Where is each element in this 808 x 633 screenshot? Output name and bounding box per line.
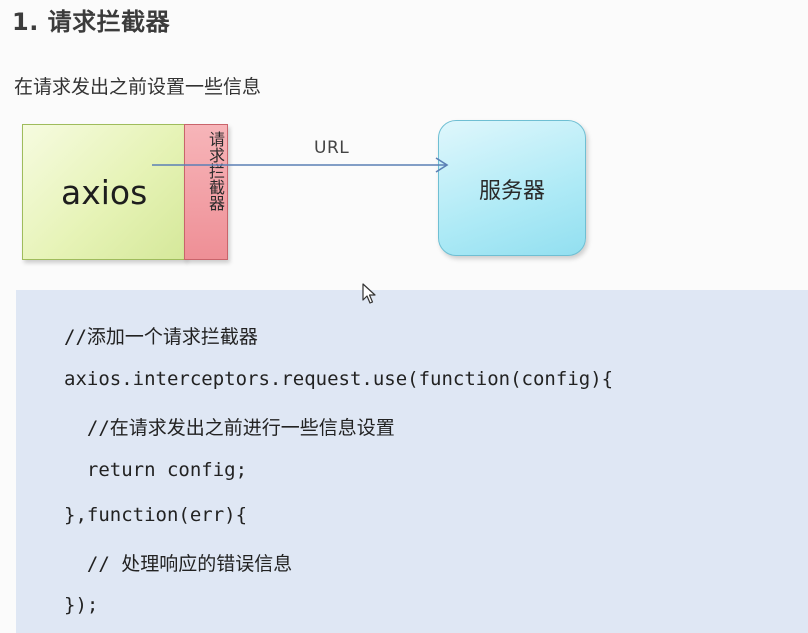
code-block: //添加一个请求拦截器 axios.interceptors.request.u… — [16, 290, 808, 633]
url-label: URL — [314, 138, 350, 158]
slide-page: 1. 请求拦截器 在请求发出之前设置一些信息 axios 请求拦截器 服务器 U… — [0, 0, 808, 633]
code-line-4: return config; — [64, 459, 248, 481]
code-line-5: },function(err){ — [64, 504, 248, 526]
code-line-1: //添加一个请求拦截器 — [64, 326, 258, 348]
mouse-pointer-icon — [362, 283, 376, 304]
request-arrow — [152, 157, 449, 173]
code-line-7: }); — [64, 594, 99, 616]
code-line-6: // 处理响应的错误信息 — [64, 553, 293, 575]
code-line-3: //在请求发出之前进行一些信息设置 — [64, 417, 395, 439]
code-line-2: axios.interceptors.request.use(function(… — [64, 368, 614, 390]
